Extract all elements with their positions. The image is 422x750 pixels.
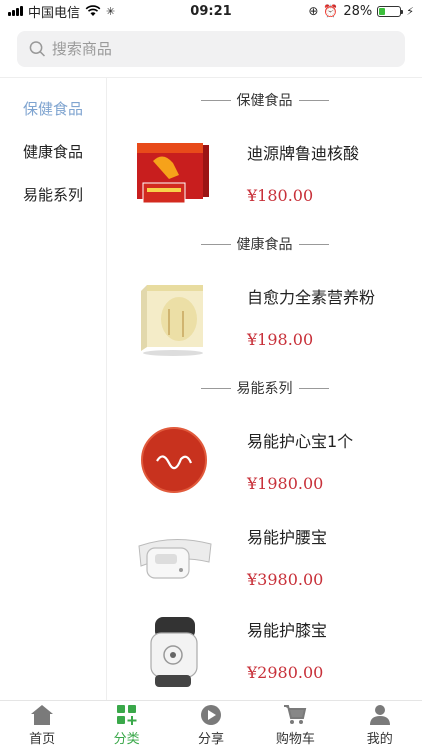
product-info: 自愈力全素营养粉 ¥198.00 [247,284,375,349]
product-image [133,131,215,213]
section-title: 易能系列 [107,366,422,410]
tab-label: 我的 [366,732,393,747]
share-icon [200,705,221,725]
product-info: 易能护心宝1个 ¥1980.00 [247,428,353,493]
battery-percent: 28% [343,3,373,19]
product-price: ¥2980.00 [247,663,324,682]
product-image [133,609,215,691]
sidebar-item-health-supplements[interactable]: 保健食品 [0,87,106,130]
status-right: ⊕ ⏰ 28% ⚡ [308,4,414,19]
section-title-text: 健康食品 [236,237,293,253]
signal-icon [8,6,23,16]
product-item[interactable]: 易能护腰宝 ¥3980.00 [107,510,422,603]
cart-icon [284,705,307,724]
section-title-text: 保健食品 [236,93,293,109]
section-title: 保健食品 [107,78,422,122]
charging-icon: ⚡ [406,4,414,18]
category-sidebar: 保健食品 健康食品 易能系列 [0,78,107,700]
loading-icon: ✳ [106,4,116,18]
battery-icon [377,5,404,17]
search-bar[interactable] [17,31,405,67]
product-item[interactable]: 自愈力全素营养粉 ¥198.00 [107,266,422,366]
product-name: 易能护膝宝 [247,621,328,640]
tab-cart[interactable]: 购物车 [260,704,330,747]
product-image [133,516,215,598]
product-item[interactable]: 易能护膝宝 ¥2980.00 [107,603,422,696]
alarm-icon: ⏰ [323,4,339,18]
bottom-tab-bar: 首页 分类 分享 购物车 我的 [0,700,422,750]
product-price: ¥180.00 [247,185,314,205]
product-name: 自愈力全素营养粉 [247,287,376,307]
product-price: ¥3980.00 [247,570,324,589]
product-info: 易能护膝宝 ¥2980.00 [247,617,327,682]
user-icon [369,705,390,725]
tab-label: 分享 [197,732,224,747]
rotation-lock-icon: ⊕ [308,4,319,18]
status-bar: 中国电信 ✳ 09:21 ⊕ ⏰ 28% ⚡ [0,0,422,22]
home-icon [31,705,54,725]
tab-home[interactable]: 首页 [7,704,77,747]
product-price: ¥198.00 [247,329,314,349]
category-icon [116,705,137,725]
product-info: 易能护腰宝 ¥3980.00 [247,524,327,589]
product-name: 迪源牌鲁迪核酸 [247,143,360,163]
product-list: 保健食品 迪源牌鲁迪核酸 ¥180.00 健康食品 自愈力全素营养粉 ¥198.… [107,78,422,700]
product-item[interactable]: 易能护心宝1个 ¥1980.00 [107,410,422,510]
tab-label: 首页 [29,732,56,747]
search-icon [29,41,45,57]
product-image [133,275,215,357]
sidebar-item-health-foods[interactable]: 健康食品 [0,130,106,173]
tab-label: 购物车 [275,732,315,747]
product-info: 迪源牌鲁迪核酸 ¥180.00 [247,140,359,205]
tab-share[interactable]: 分享 [176,704,246,747]
tab-category[interactable]: 分类 [92,704,162,747]
product-item[interactable]: 迪源牌鲁迪核酸 ¥180.00 [107,122,422,222]
tab-mine[interactable]: 我的 [345,704,415,747]
status-left: 中国电信 ✳ [8,2,115,21]
section-title-text: 易能系列 [236,381,293,397]
product-price: ¥1980.00 [247,473,324,493]
product-name: 易能护腰宝 [247,528,328,547]
carrier-label: 中国电信 [28,5,81,21]
product-image [133,419,215,501]
section-title: 健康食品 [107,222,422,266]
sidebar-item-yineng-series[interactable]: 易能系列 [0,173,106,216]
wifi-icon [85,5,101,16]
tab-label: 分类 [113,732,140,747]
search-input[interactable] [51,40,393,58]
product-name: 易能护心宝1个 [247,431,354,451]
